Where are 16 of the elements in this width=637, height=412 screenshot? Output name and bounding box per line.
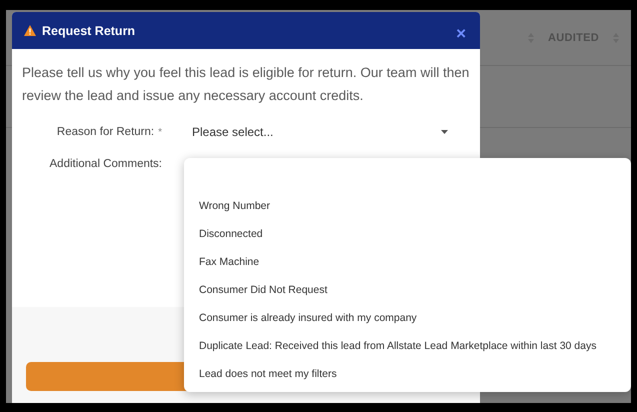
field-label: Additional Comments: bbox=[48, 158, 162, 170]
reason-select[interactable]: Please select... bbox=[192, 125, 480, 139]
required-mark: * bbox=[158, 127, 162, 138]
dropdown-option[interactable]: Consumer Did Not Request bbox=[184, 276, 631, 304]
caret-icon bbox=[441, 130, 448, 134]
close-button[interactable]: × bbox=[456, 24, 466, 44]
dialog-title: Request Return bbox=[42, 24, 136, 38]
warning-icon bbox=[24, 25, 36, 36]
dropdown-option[interactable]: Disconnected bbox=[184, 220, 631, 248]
description-text: Please tell us why you feel this lead is eligible for return. Our team will then review the lead and issue any necessary account credits. bbox=[22, 64, 470, 105]
dropdown-option[interactable]: Fax Machine bbox=[184, 248, 631, 276]
dropdown-option[interactable]: Wrong Number bbox=[184, 192, 631, 220]
dropdown-option[interactable]: Lead does not meet my filters bbox=[184, 360, 631, 388]
dropdown-option[interactable]: Duplicate Lead: Received this lead from Allstate Lead Marketplace within last 30 days bbox=[184, 332, 631, 360]
dropdown-option[interactable]: Consumer is already insured with my company bbox=[184, 304, 631, 332]
field-label: Reason for Return: * bbox=[56, 126, 162, 138]
